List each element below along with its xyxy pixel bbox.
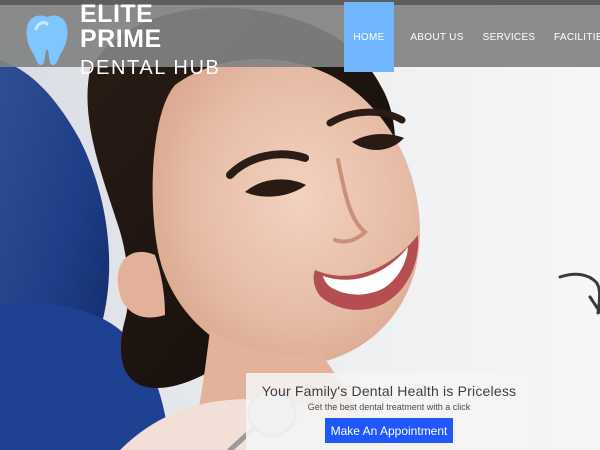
- brand-line-1: ELITE PRIME: [80, 0, 162, 53]
- hero-caption-title: Your Family's Dental Health is Priceless: [261, 383, 517, 399]
- main-navigation: HOME ABOUT US SERVICES FACILITIES: [344, 2, 600, 72]
- brand-name: ELITE PRIME DENTAL HUB: [80, 0, 224, 79]
- hero-caption-subtitle: Get the best dental treatment with a cli…: [307, 402, 471, 412]
- tooth-icon: [24, 14, 70, 65]
- nav-item-about-us[interactable]: ABOUT US: [398, 5, 476, 67]
- dental-homepage: ELITE PRIME DENTAL HUB HOME ABOUT US SER…: [0, 0, 600, 450]
- make-appointment-button[interactable]: Make An Appointment: [325, 418, 453, 443]
- nav-item-services[interactable]: SERVICES: [476, 5, 542, 67]
- brand-logo[interactable]: ELITE PRIME DENTAL HUB: [24, 1, 224, 78]
- nav-item-home[interactable]: HOME: [344, 2, 394, 72]
- brand-line-2: DENTAL HUB: [80, 56, 221, 79]
- hero-caption-panel: Your Family's Dental Health is Priceless…: [246, 373, 532, 450]
- nav-item-facilities[interactable]: FACILITIES: [542, 5, 600, 67]
- top-navigation-bar: ELITE PRIME DENTAL HUB HOME ABOUT US SER…: [0, 0, 600, 78]
